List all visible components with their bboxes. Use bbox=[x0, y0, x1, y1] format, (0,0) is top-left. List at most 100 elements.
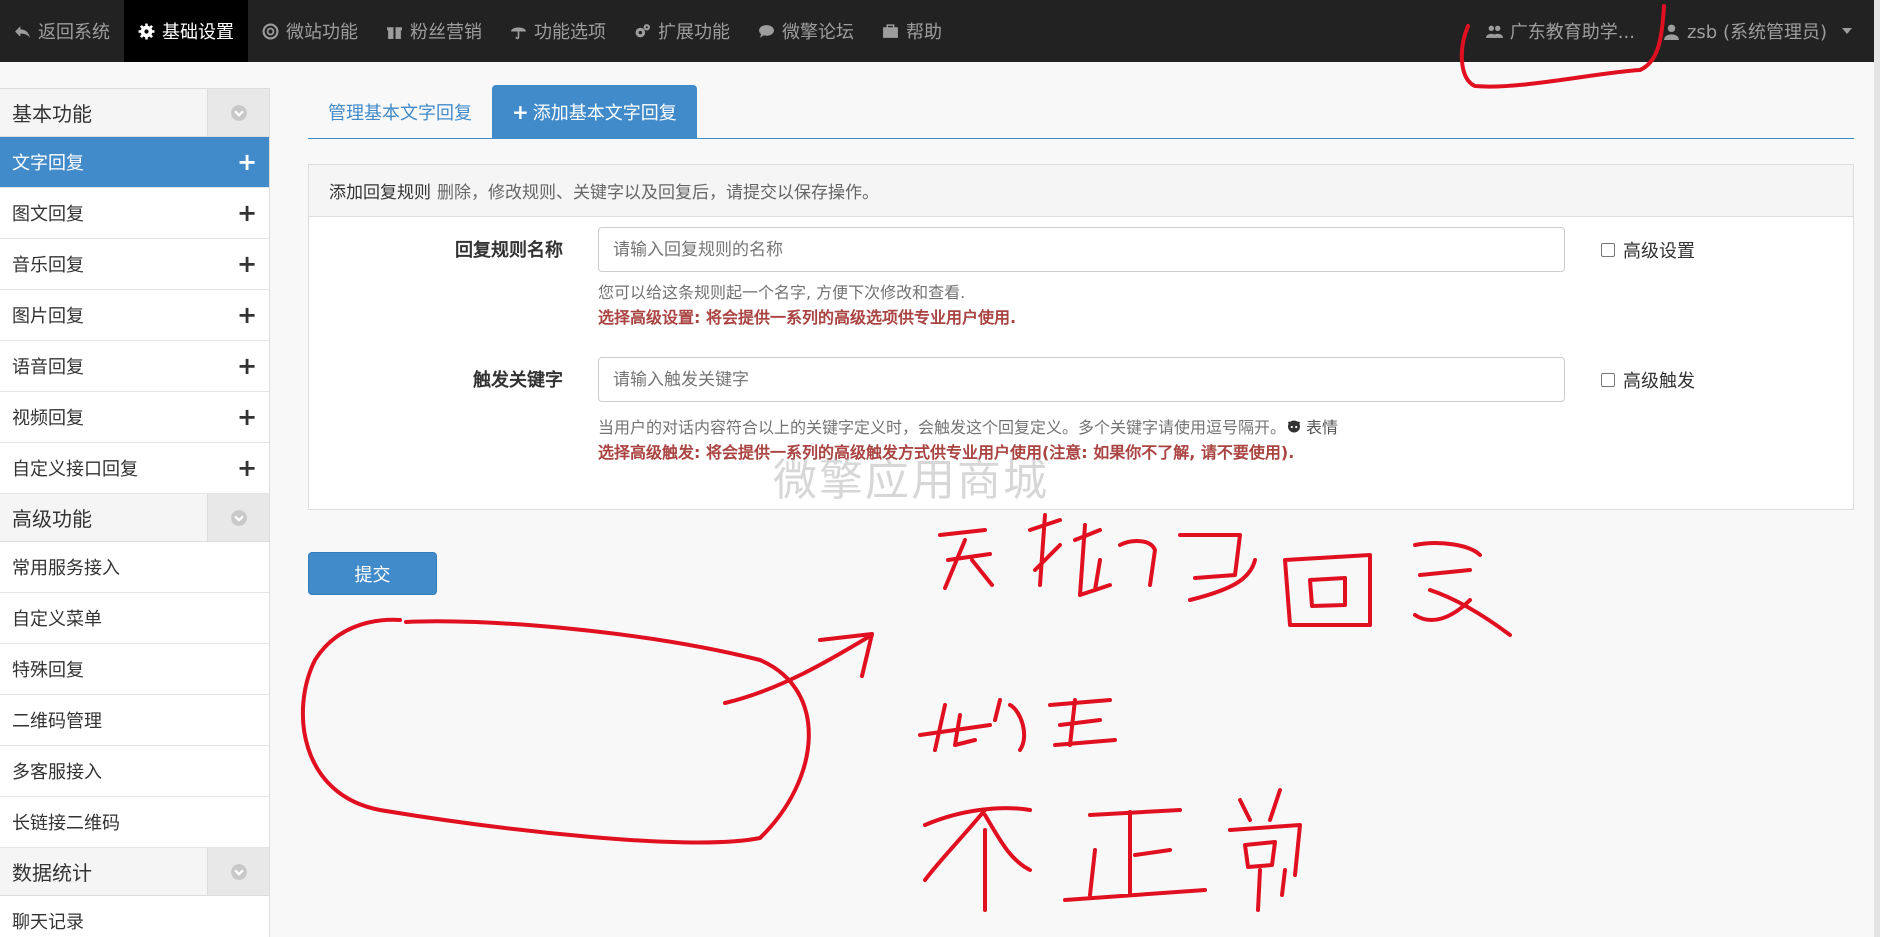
plus-icon[interactable]: + bbox=[237, 403, 257, 431]
sidebar-item-service[interactable]: 常用服务接入 bbox=[0, 542, 269, 593]
plus-icon[interactable]: + bbox=[237, 352, 257, 380]
users-icon bbox=[1485, 25, 1503, 38]
checkbox[interactable] bbox=[1601, 243, 1615, 257]
sidebar-item-text-reply[interactable]: 文字回复 + bbox=[0, 137, 269, 188]
sidebar-item-news-reply[interactable]: 图文回复 + bbox=[0, 188, 269, 239]
rule-name-input[interactable] bbox=[598, 227, 1565, 272]
plus-icon: + bbox=[512, 99, 529, 124]
emoji-link[interactable]: 表情 bbox=[1286, 414, 1338, 438]
nav-label: 扩展功能 bbox=[658, 22, 730, 43]
umbrella-icon bbox=[511, 27, 526, 39]
sidebar-item-label: 音乐回复 bbox=[12, 255, 84, 276]
user-menu[interactable]: zsb (系统管理员) bbox=[1649, 0, 1874, 62]
plus-icon[interactable]: + bbox=[237, 301, 257, 329]
nav-label: 帮助 bbox=[906, 22, 942, 43]
sidebar-item-label: 图文回复 bbox=[12, 204, 84, 225]
chevron-circle-down-icon bbox=[230, 863, 247, 880]
sidebar-item-label: 聊天记录 bbox=[12, 912, 84, 933]
nav-feature-options[interactable]: 功能选项 bbox=[496, 0, 620, 62]
keyword-label: 触发关键字 bbox=[473, 370, 563, 391]
sidebar-item-custom-menu[interactable]: 自定义菜单 bbox=[0, 593, 269, 644]
gift-icon bbox=[387, 26, 402, 39]
panel-body: 回复规则名称 高级设置 您可以给这条规则起一个名字, 方便下次修改和查看. 选择… bbox=[309, 217, 1853, 509]
emoji-link-label: 表情 bbox=[1306, 418, 1339, 437]
account-name: 广东教育助学... bbox=[1509, 22, 1635, 43]
sidebar-item-chat-log[interactable]: 聊天记录 bbox=[0, 896, 269, 937]
tab-add-text-reply[interactable]: + 添加基本文字回复 bbox=[492, 85, 697, 138]
rule-name-warning: 选择高级设置: 将会提供一系列的高级选项供专业用户使用. bbox=[598, 308, 1017, 327]
sidebar-group-advanced[interactable]: 高级功能 bbox=[0, 494, 269, 542]
nav-back-system[interactable]: 返回系统 bbox=[0, 0, 124, 62]
nav-fan-marketing[interactable]: 粉丝营销 bbox=[372, 0, 496, 62]
sidebar-item-video-reply[interactable]: 视频回复 + bbox=[0, 392, 269, 443]
nav-label: 基础设置 bbox=[162, 22, 234, 43]
sidebar-item-label: 二维码管理 bbox=[12, 711, 102, 732]
sidebar-item-label: 特殊回复 bbox=[12, 660, 84, 681]
lifebuoy-icon bbox=[262, 23, 279, 39]
gear-icon bbox=[138, 23, 155, 39]
nav-forum[interactable]: 微擎论坛 bbox=[744, 0, 868, 62]
comment-icon bbox=[759, 24, 774, 38]
user-name: zsb (系统管理员) bbox=[1686, 22, 1827, 43]
tab-label: 添加基本文字回复 bbox=[532, 102, 677, 124]
plus-icon[interactable]: + bbox=[237, 454, 257, 482]
nav-microsite[interactable]: 微站功能 bbox=[248, 0, 372, 62]
sidebar-item-custom-api-reply[interactable]: 自定义接口回复 + bbox=[0, 443, 269, 494]
reply-rule-panel: 添加回复规则 删除，修改规则、关键字以及回复后，请提交以保存操作。 回复规则名称… bbox=[308, 164, 1854, 510]
sidebar-group-stats[interactable]: 数据统计 bbox=[0, 848, 269, 896]
checkbox-label: 高级设置 bbox=[1623, 241, 1695, 262]
gears-icon bbox=[635, 23, 650, 37]
rule-name-help: 您可以给这条规则起一个名字, 方便下次修改和查看. bbox=[598, 283, 966, 302]
collapse-toggle[interactable] bbox=[207, 848, 269, 895]
tab-manage-text-reply[interactable]: 管理基本文字回复 bbox=[308, 85, 492, 138]
sidebar-item-label: 长链接二维码 bbox=[12, 813, 120, 834]
panel-heading: 添加回复规则 删除，修改规则、关键字以及回复后，请提交以保存操作。 bbox=[309, 165, 1853, 217]
collapse-toggle[interactable] bbox=[207, 494, 269, 541]
sidebar-item-label: 视频回复 bbox=[12, 408, 84, 429]
sidebar-item-voice-reply[interactable]: 语音回复 + bbox=[0, 341, 269, 392]
sidebar-item-music-reply[interactable]: 音乐回复 + bbox=[0, 239, 269, 290]
account-switcher[interactable]: 广东教育助学... bbox=[1472, 0, 1649, 62]
sidebar-item-customer-service[interactable]: 多客服接入 bbox=[0, 746, 269, 797]
nav-label: 粉丝营销 bbox=[410, 22, 482, 43]
plus-icon[interactable]: + bbox=[237, 148, 257, 176]
checkbox-label: 高级触发 bbox=[1623, 371, 1695, 392]
page-scrollbar[interactable] bbox=[1874, 0, 1880, 937]
sidebar-group-title: 高级功能 bbox=[12, 507, 92, 531]
checkbox[interactable] bbox=[1601, 373, 1615, 387]
plus-icon[interactable]: + bbox=[237, 199, 257, 227]
panel-subtitle: 删除，修改规则、关键字以及回复后，请提交以保存操作。 bbox=[437, 183, 879, 203]
sidebar-item-label: 文字回复 bbox=[12, 153, 84, 174]
rule-name-label: 回复规则名称 bbox=[455, 240, 563, 261]
collapse-toggle[interactable] bbox=[207, 89, 269, 136]
user-icon bbox=[1664, 24, 1679, 40]
nav-label: 微站功能 bbox=[286, 22, 358, 43]
keyword-warning: 选择高级触发: 将会提供一系列的高级触发方式供专业用户使用(注意: 如果你不了解… bbox=[598, 443, 1295, 462]
nav-extensions[interactable]: 扩展功能 bbox=[620, 0, 744, 62]
sidebar-item-special-reply[interactable]: 特殊回复 bbox=[0, 644, 269, 695]
submit-button[interactable]: 提交 bbox=[308, 552, 437, 595]
keyword-help-text: 当用户的对话内容符合以上的关键字定义时，会触发这个回复定义。多个关键字请使用逗号… bbox=[598, 418, 1287, 437]
advanced-trigger-checkbox[interactable]: 高级触发 bbox=[1601, 367, 1695, 393]
nav-label: 功能选项 bbox=[534, 22, 606, 43]
top-navbar: 返回系统 基础设置 微站功能 粉丝营销 功能选项 扩展功能 微擎论坛 帮助 广东… bbox=[0, 0, 1874, 62]
nav-label: 微擎论坛 bbox=[782, 22, 854, 43]
sidebar-item-long-link-qrcode[interactable]: 长链接二维码 bbox=[0, 797, 269, 848]
chevron-circle-down-icon bbox=[230, 104, 247, 121]
tab-bar: 管理基本文字回复 + 添加基本文字回复 bbox=[308, 85, 1854, 139]
sidebar-group-title: 基本功能 bbox=[12, 102, 92, 126]
briefcase-icon bbox=[883, 23, 898, 38]
sidebar-item-label: 多客服接入 bbox=[12, 762, 102, 783]
advanced-settings-checkbox[interactable]: 高级设置 bbox=[1601, 237, 1695, 263]
panel-title: 添加回复规则 bbox=[329, 183, 431, 203]
nav-help[interactable]: 帮助 bbox=[868, 0, 956, 62]
sidebar-item-image-reply[interactable]: 图片回复 + bbox=[0, 290, 269, 341]
sidebar-item-label: 自定义接口回复 bbox=[12, 459, 138, 480]
sidebar-item-label: 自定义菜单 bbox=[12, 609, 102, 630]
nav-basic-settings[interactable]: 基础设置 bbox=[124, 0, 248, 62]
sidebar-item-qrcode[interactable]: 二维码管理 bbox=[0, 695, 269, 746]
sidebar-group-basic[interactable]: 基本功能 bbox=[0, 89, 269, 137]
plus-icon[interactable]: + bbox=[237, 250, 257, 278]
nav-label: 返回系统 bbox=[38, 22, 110, 43]
keyword-input[interactable] bbox=[598, 357, 1565, 402]
